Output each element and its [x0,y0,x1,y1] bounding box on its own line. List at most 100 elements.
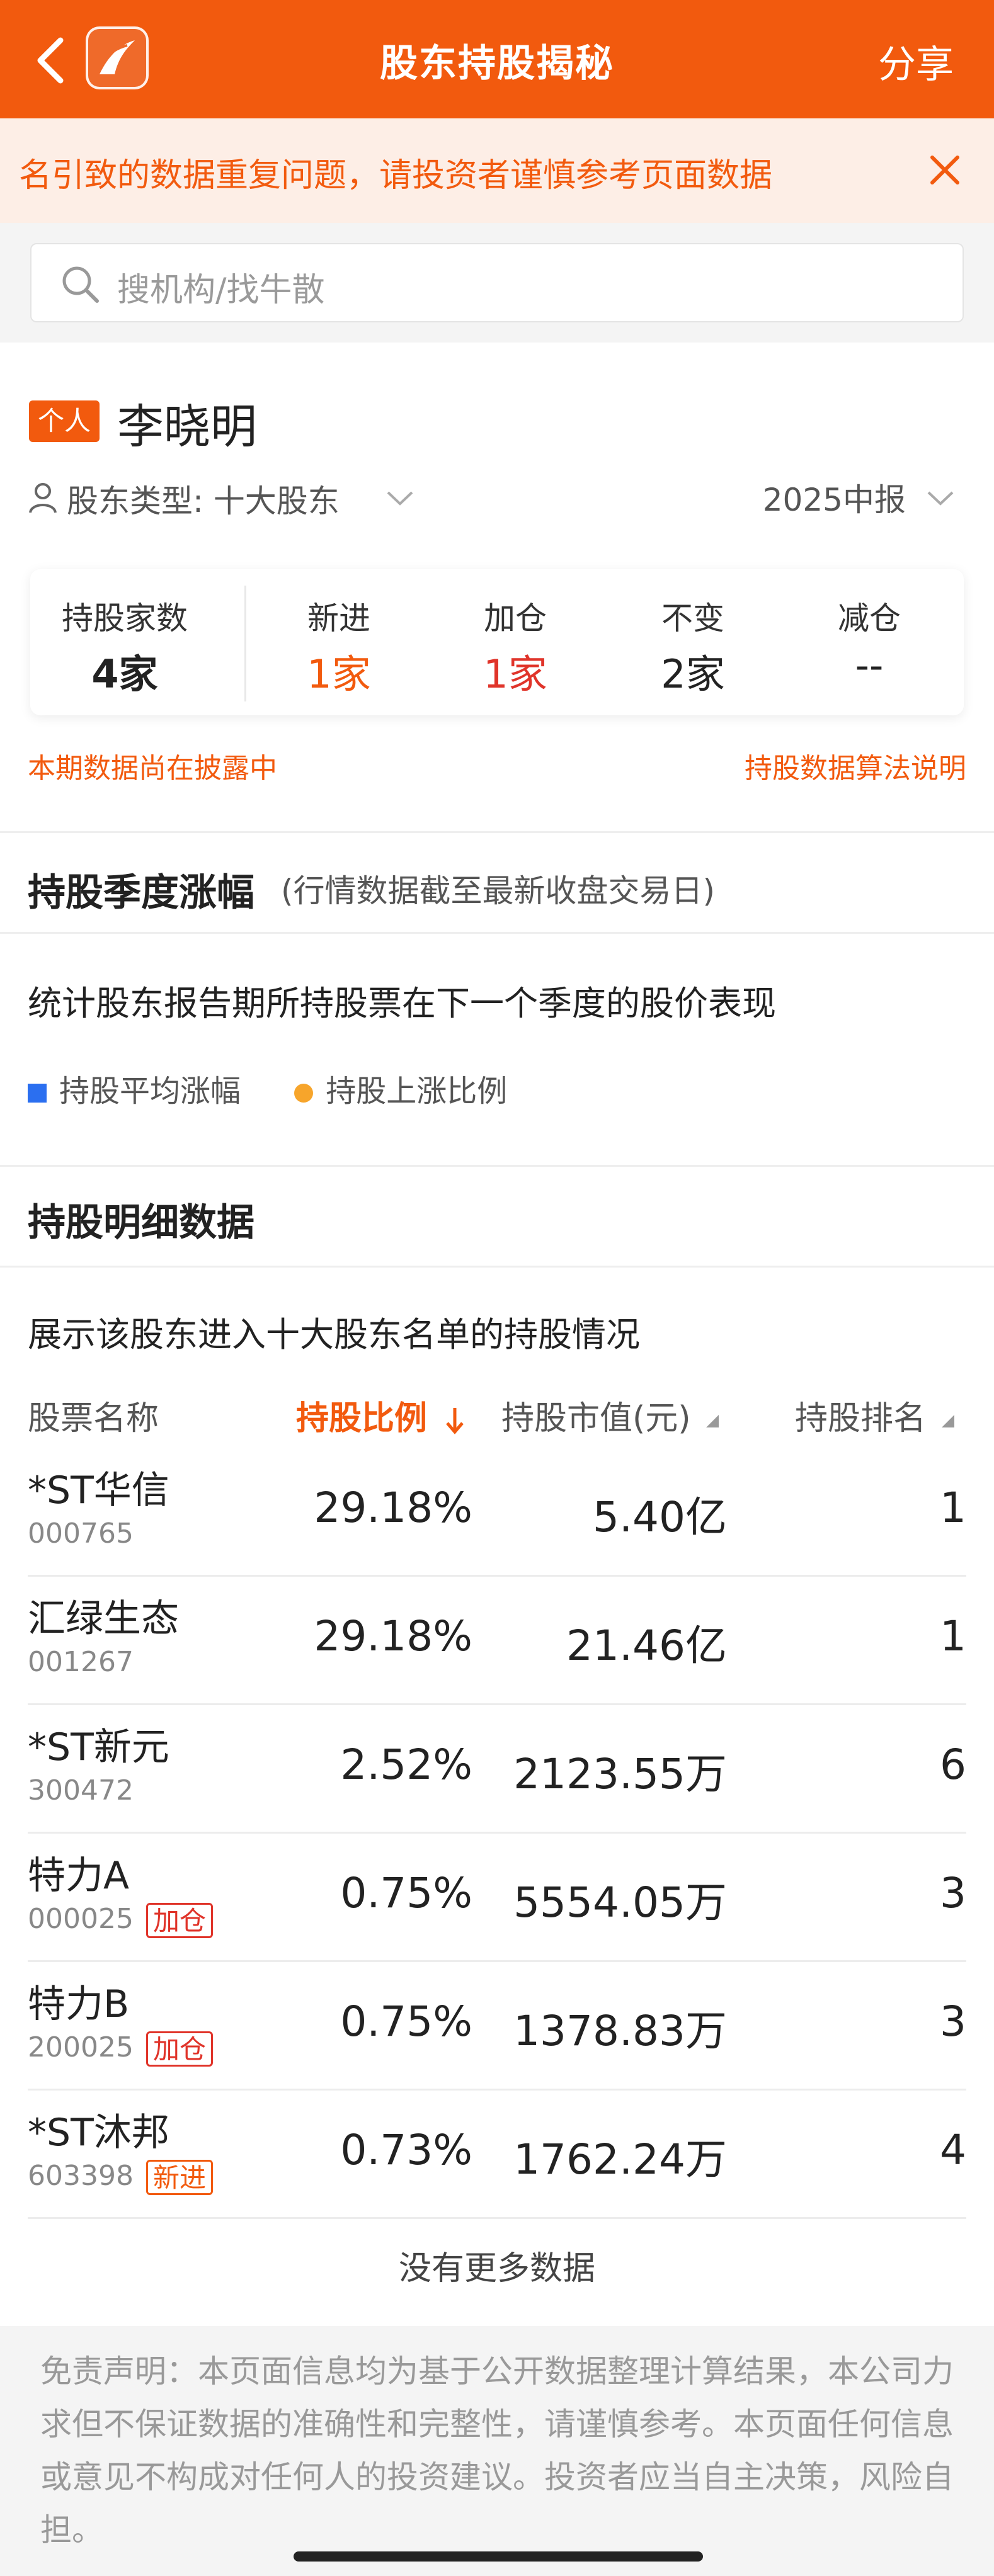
app-header: 股东持股揭秘 分享 [0,0,994,118]
table-row[interactable]: *ST华信 000765 29.18% 5.40亿 1 [28,1448,966,1577]
market-value: 2123.55万 [513,1750,727,1798]
holding-rank: 1 [940,1484,966,1532]
stock-code-value: 000765 [28,1518,134,1550]
market-value: 21.46亿 [566,1621,727,1670]
stat-total-holdings: 持股家数 4家 [30,569,219,715]
section-title: 持股季度涨幅 [28,871,254,915]
disclaimer-section: 免责声明：本页面信息均为基于公开数据整理计算结果，本公司力求但不保证数据的准确性… [0,2326,994,2576]
stat-unchanged: 不变 2家 [611,569,775,715]
holding-ratio: 0.73% [340,2126,472,2174]
sort-down-arrow-icon [446,1408,464,1434]
stock-name: *ST新元 [28,1725,169,1769]
holding-rank: 6 [940,1740,966,1789]
profile-links: 本期数据尚在披露中 持股数据算法说明 [28,746,966,786]
market-value: 1378.83万 [513,2007,727,2055]
section-title: 持股明细数据 [28,1201,254,1245]
stock-code: 300472 [28,1774,134,1807]
status-badge: 加仓 [146,1903,213,1938]
sort-icon [941,1415,954,1427]
column-header-market-value[interactable]: 持股市值(元) [501,1392,720,1439]
stock-name: *ST沐邦 [28,2111,169,2155]
stat-label: 减仓 [838,600,901,637]
table-row[interactable]: *ST新元 300472 2.52% 2123.55万 6 [28,1705,966,1834]
stock-code-value: 603398 [28,2160,134,2192]
quarterly-description: 统计股东报告期所持股票在下一个季度的股价表现 [28,984,776,1023]
table-row[interactable]: 汇绿生态 001267 29.18% 21.46亿 1 [28,1577,966,1705]
stat-decreased: 减仓 -- [787,569,951,715]
stat-new: 新进 1家 [257,569,421,715]
page-title: 股东持股揭秘 [380,42,614,86]
status-badge: 新进 [146,2160,213,2195]
holding-ratio: 0.75% [340,1997,472,2046]
stat-label: 持股家数 [62,600,188,637]
no-more-data: 没有更多数据 [398,2250,595,2288]
search-icon [62,266,99,303]
chevron-down-icon[interactable] [925,489,956,509]
holding-ratio: 2.52% [340,1740,472,1789]
quarterly-header: 持股季度涨幅 (行情数据截至最新收盘交易日) [0,831,994,932]
column-header-ratio[interactable]: 持股比例 [296,1392,467,1439]
disclosing-text: 本期数据尚在披露中 [28,752,277,785]
stat-value: 1家 [307,651,371,697]
notice-bar: 名引致的数据重复问题，请投资者谨慎参考页面数据 [0,118,994,223]
column-header-label: 持股市值(元) [501,1400,691,1438]
market-value: 1762.24万 [513,2135,727,2184]
home-indicator[interactable] [294,2551,703,2562]
column-header-rank[interactable]: 持股排名 [795,1392,956,1439]
stock-name: *ST华信 [28,1468,169,1512]
table-row[interactable]: 特力B 200025 加仓 0.75% 1378.83万 3 [28,1962,966,2091]
quarterly-body: 统计股东报告期所持股票在下一个季度的股价表现 持股平均涨幅 持股上涨比例 [0,932,994,1165]
table-row[interactable]: 特力A 000025 加仓 0.75% 5554.05万 3 [28,1834,966,1962]
detail-header: 持股明细数据 [0,1165,994,1266]
section-subtitle: (行情数据截至最新收盘交易日) [281,873,716,909]
legend-label: 持股上涨比例 [326,1074,508,1109]
stat-value: 1家 [483,651,547,697]
holding-ratio: 29.18% [314,1612,472,1660]
stock-code: 000025 加仓 [28,1903,213,1938]
stat-value: 4家 [91,651,158,697]
notice-text: 名引致的数据重复问题，请投资者谨慎参考页面数据 [19,157,773,195]
stat-increased: 加仓 1家 [433,569,597,715]
sort-icon [706,1415,719,1427]
stock-code: 000765 [28,1518,134,1550]
table-row[interactable]: *ST沐邦 603398 新进 0.73% 1762.24万 4 [28,2091,966,2219]
shareholder-type-label: 股东类型: 十大股东 [67,483,340,519]
stock-code-value: 001267 [28,1646,134,1678]
person-type-badge: 个人 [29,400,100,442]
chevron-down-icon [387,491,413,506]
holding-rank: 1 [940,1612,966,1660]
stat-divider [244,586,246,701]
holding-ratio: 29.18% [314,1484,472,1532]
legend-dot-icon [294,1084,314,1103]
stock-code-value: 300472 [28,1774,134,1807]
algorithm-link[interactable]: 持股数据算法说明 [745,746,966,786]
market-value: 5.40亿 [593,1493,727,1541]
holding-ratio: 0.75% [340,1869,472,1917]
status-badge: 加仓 [146,2031,213,2067]
stat-label: 新进 [307,600,370,637]
stock-name: 汇绿生态 [28,1597,179,1641]
stock-code-value: 000025 [28,1903,134,1935]
chart-legend: 持股平均涨幅 持股上涨比例 [28,1066,507,1110]
stock-name: 特力A [28,1854,130,1898]
stat-label: 加仓 [484,600,547,637]
person-icon [29,483,57,513]
search-section: 搜机构/找牛散 [0,223,994,343]
holding-stats-card: 持股家数 4家 新进 1家 加仓 1家 不变 2家 减仓 -- [30,569,964,715]
period-selector[interactable]: 2025中报 [763,475,906,520]
share-button[interactable]: 分享 [878,34,954,89]
legend-square-icon [28,1084,47,1103]
column-header-label: 持股排名 [795,1400,927,1438]
stock-code: 603398 新进 [28,2160,213,2195]
close-icon[interactable] [926,151,964,189]
search-input[interactable]: 搜机构/找牛散 [30,243,964,322]
holding-rank: 3 [940,1869,966,1917]
column-header-label: 持股比例 [296,1400,428,1438]
disclaimer-text: 免责声明：本页面信息均为基于公开数据整理计算结果，本公司力求但不保证数据的准确性… [40,2353,954,2548]
detail-description: 展示该股东进入十大股东名单的持股情况 [28,1315,640,1354]
holding-rank: 3 [940,1997,966,2046]
market-value: 5554.05万 [513,1878,727,1927]
legend-item-avg-gain: 持股平均涨幅 [28,1074,241,1109]
shareholder-name: 李晓明 [117,400,257,454]
stock-name: 特力B [28,1982,130,2026]
